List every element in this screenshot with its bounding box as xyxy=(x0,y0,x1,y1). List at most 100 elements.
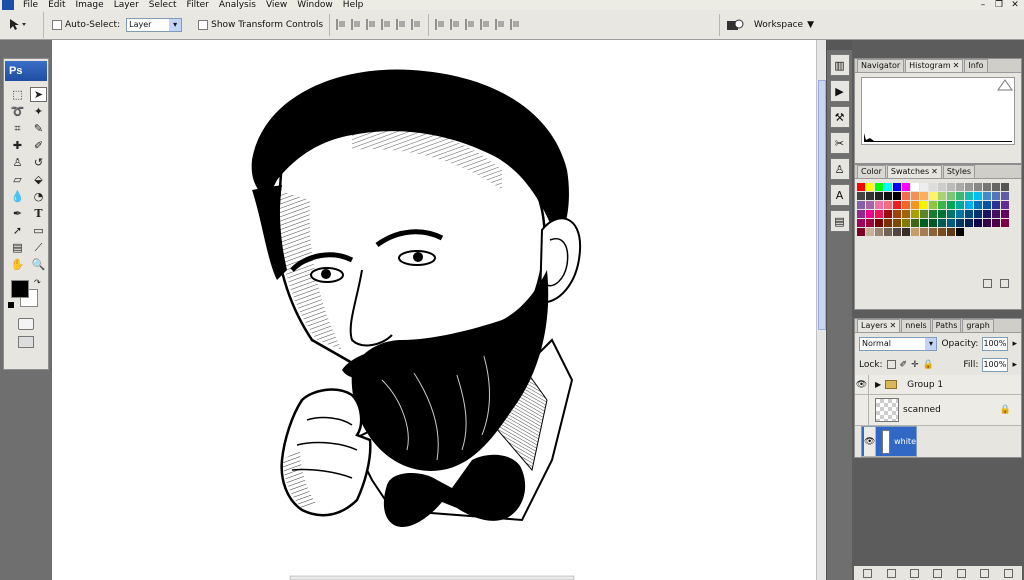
tab-layers[interactable]: Layers ✕ xyxy=(857,319,901,332)
swatch[interactable] xyxy=(938,192,946,200)
group-icon[interactable] xyxy=(956,568,966,578)
distribute-hcenter-icon[interactable] xyxy=(495,19,506,30)
arrow-right-icon[interactable]: ▸ xyxy=(1012,339,1017,349)
crop-tool-icon[interactable]: ⌗ xyxy=(9,121,26,136)
swatch[interactable] xyxy=(929,192,937,200)
swatch[interactable] xyxy=(938,219,946,227)
align-bottom-icon[interactable] xyxy=(366,19,377,30)
swatch[interactable] xyxy=(992,192,1000,200)
swatch[interactable] xyxy=(929,219,937,227)
swatch[interactable] xyxy=(920,219,928,227)
eye-hidden-icon[interactable] xyxy=(855,395,869,425)
swatch[interactable] xyxy=(1001,201,1009,209)
swatch[interactable] xyxy=(911,228,919,236)
align-top-icon[interactable] xyxy=(336,19,347,30)
notes-tool-icon[interactable]: ▤ xyxy=(9,240,26,255)
close-icon[interactable]: ✕ xyxy=(889,321,896,330)
swatch[interactable] xyxy=(875,183,883,191)
swatch[interactable] xyxy=(911,192,919,200)
default-colors-icon[interactable] xyxy=(8,302,14,308)
actions-icon[interactable]: ▶ xyxy=(829,80,850,102)
swatch[interactable] xyxy=(911,210,919,218)
swatch[interactable] xyxy=(875,219,883,227)
swatch[interactable] xyxy=(875,192,883,200)
restore-icon[interactable]: ❐ xyxy=(992,0,1006,10)
menu-help[interactable]: Help xyxy=(338,0,369,10)
menu-filter[interactable]: Filter xyxy=(182,0,214,10)
align-left-icon[interactable] xyxy=(381,19,392,30)
mask-icon[interactable] xyxy=(910,568,920,578)
swatch[interactable] xyxy=(902,228,910,236)
swatch[interactable] xyxy=(875,228,883,236)
clone-stamp-icon[interactable]: ♙ xyxy=(9,155,26,170)
tab-navigator[interactable]: Navigator xyxy=(857,59,905,72)
dock-collapse-bar[interactable] xyxy=(827,40,853,50)
paragraph-icon[interactable]: ▤ xyxy=(829,210,850,232)
swatch[interactable] xyxy=(956,201,964,209)
swatch[interactable] xyxy=(956,192,964,200)
close-icon[interactable]: ✕ xyxy=(953,61,960,70)
swatch[interactable] xyxy=(884,219,892,227)
canvas-scrollbar[interactable] xyxy=(816,40,826,580)
tool-preset-picker[interactable] xyxy=(0,11,44,38)
distribute-left-icon[interactable] xyxy=(480,19,491,30)
swatch[interactable] xyxy=(911,201,919,209)
opacity-field[interactable]: 100% xyxy=(982,336,1009,351)
swatch[interactable] xyxy=(965,192,973,200)
swatch[interactable] xyxy=(938,228,946,236)
align-hcenter-icon[interactable] xyxy=(396,19,407,30)
swatch[interactable] xyxy=(974,192,982,200)
marquee-tool-icon[interactable]: ⬚ xyxy=(9,87,26,102)
blend-mode-dropdown[interactable]: Normal ▾ xyxy=(859,336,938,351)
swatch[interactable] xyxy=(992,210,1000,218)
zoom-tool-icon[interactable]: 🔍 xyxy=(30,257,47,272)
swatch[interactable] xyxy=(929,183,937,191)
scrollbar-thumb[interactable] xyxy=(818,80,826,330)
swatch[interactable] xyxy=(1001,183,1009,191)
swatch[interactable] xyxy=(929,201,937,209)
type-tool-icon[interactable]: T xyxy=(30,206,47,221)
tab-color[interactable]: Color xyxy=(857,165,886,178)
swatch[interactable] xyxy=(938,210,946,218)
swatch[interactable] xyxy=(857,219,865,227)
swatch[interactable] xyxy=(983,219,991,227)
distribute-right-icon[interactable] xyxy=(510,19,521,30)
hand-tool-icon[interactable]: ✋ xyxy=(9,257,26,272)
lock-pixels-icon[interactable]: ✐ xyxy=(900,360,908,370)
lock-transparent-icon[interactable] xyxy=(886,360,896,369)
swatch[interactable] xyxy=(902,210,910,218)
swatch[interactable] xyxy=(956,228,964,236)
swatch[interactable] xyxy=(884,183,892,191)
swatch[interactable] xyxy=(929,210,937,218)
trash-icon[interactable] xyxy=(1000,278,1009,288)
swatch[interactable] xyxy=(974,219,982,227)
distribute-vcenter-icon[interactable] xyxy=(450,19,461,30)
swatch[interactable] xyxy=(902,219,910,227)
swatch[interactable] xyxy=(965,219,973,227)
eraser-tool-icon[interactable]: ▱ xyxy=(9,172,26,187)
swatch[interactable] xyxy=(893,210,901,218)
swatch[interactable] xyxy=(893,183,901,191)
document-canvas[interactable] xyxy=(52,40,816,580)
lasso-tool-icon[interactable]: ➰ xyxy=(9,104,26,119)
swatch[interactable] xyxy=(947,210,955,218)
swatch[interactable] xyxy=(1001,210,1009,218)
align-vcenter-icon[interactable] xyxy=(351,19,362,30)
swatch[interactable] xyxy=(956,210,964,218)
adjustment-icon[interactable] xyxy=(933,568,943,578)
swatch[interactable] xyxy=(992,183,1000,191)
auto-select-checkbox[interactable] xyxy=(52,19,62,30)
swatch[interactable] xyxy=(920,201,928,209)
swatch[interactable] xyxy=(902,192,910,200)
expand-triangle-icon[interactable]: ▶ xyxy=(875,380,881,389)
trash-icon[interactable] xyxy=(1003,568,1013,578)
healing-brush-icon[interactable]: ✚ xyxy=(9,138,26,153)
swatch[interactable] xyxy=(857,201,865,209)
tool-presets-icon[interactable]: ⚒ xyxy=(829,106,850,128)
swatch[interactable] xyxy=(974,183,982,191)
swatch[interactable] xyxy=(866,192,874,200)
swatch[interactable] xyxy=(992,219,1000,227)
swatch[interactable] xyxy=(911,183,919,191)
new-swatch-icon[interactable] xyxy=(983,278,992,288)
tab-styles[interactable]: Styles xyxy=(942,165,976,178)
